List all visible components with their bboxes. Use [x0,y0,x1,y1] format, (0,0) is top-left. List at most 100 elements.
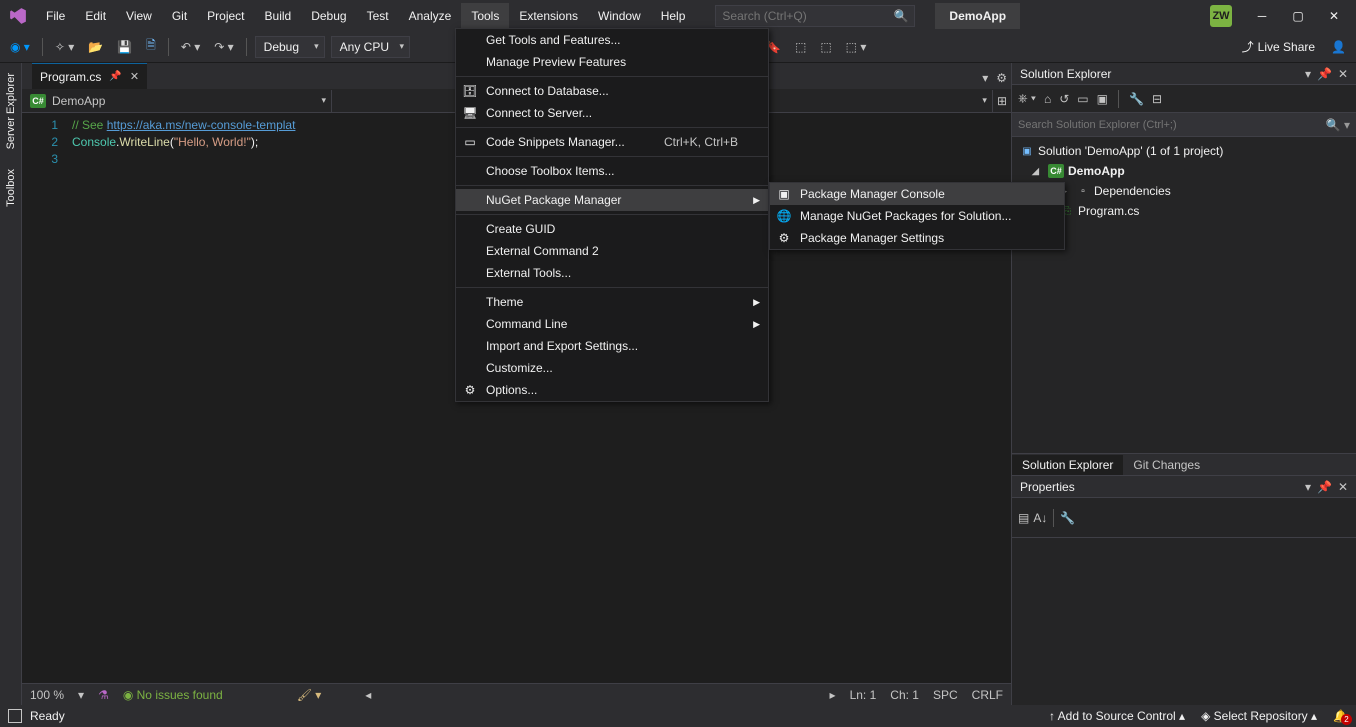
select-repository[interactable]: ◈ Select Repository ▴ [1201,709,1317,723]
add-source-control[interactable]: ↑ Add to Source Control ▴ [1049,709,1185,723]
menu-debug[interactable]: Debug [301,3,356,29]
panel-pin-icon[interactable]: 📌 [1317,480,1332,494]
se-sync-icon[interactable]: ↺ [1059,92,1069,106]
menu-item-import-and-export-settings-[interactable]: Import and Export Settings... [456,335,768,357]
menu-item-command-line[interactable]: Command Line▶ [456,313,768,335]
menu-item-nuget-package-manager[interactable]: NuGet Package Manager▶ [456,189,768,211]
se-more-icon[interactable]: ⊟ [1152,92,1162,106]
menu-item-external-command-[interactable]: External Command 2 [456,240,768,262]
close-tab-icon[interactable]: ✕ [130,70,139,83]
search-box[interactable]: 🔍 [715,5,915,27]
tab-dropdown-icon[interactable]: ▾ [978,67,992,89]
menu-item-connect-to-server-[interactable]: 🖥Connect to Server... [456,102,768,124]
menu-item-label: Connect to Database... [486,84,609,98]
open-button[interactable]: 📂 [84,36,107,58]
bookmark4-icon[interactable]: ⬚ ▾ [842,36,871,58]
tab-label: Program.cs [40,70,101,84]
menu-test[interactable]: Test [357,3,399,29]
menubar: File Edit View Git Project Build Debug T… [0,0,1356,31]
close-button[interactable]: ✕ [1316,2,1352,30]
props-wrench-icon[interactable]: 🔧 [1060,511,1075,525]
notifications-icon[interactable]: 🔔 [1333,709,1348,723]
tab-settings-icon[interactable]: ⚙ [992,67,1011,89]
expand-icon[interactable]: ◢ [1032,166,1044,177]
pin-icon[interactable]: 📌 [109,71,121,82]
maximize-button[interactable]: ▢ [1280,2,1316,30]
menu-item-connect-to-database-[interactable]: 🗄Connect to Database... [456,80,768,102]
undo-button[interactable]: ↶ ▾ [177,36,204,58]
alpha-sort-icon[interactable]: A↓ [1033,511,1047,525]
menu-item-external-tools-[interactable]: External Tools... [456,262,768,284]
bookmark2-icon[interactable]: ⬚ [791,36,810,58]
status-box-icon[interactable] [8,709,22,723]
minimize-button[interactable]: ─ [1244,2,1280,30]
issues-status[interactable]: ◉ No issues found [123,688,223,702]
submenu-item-package-manager-console[interactable]: ▣Package Manager Console [770,183,1064,205]
menu-git[interactable]: Git [162,3,197,29]
zoom-dropdown-icon[interactable]: ▾ [78,688,84,702]
new-item-button[interactable]: ✧ ▾ [51,36,78,58]
se-home2-icon[interactable]: ⌂ [1044,92,1051,106]
panel-close-icon[interactable]: ✕ [1338,480,1348,494]
nav-back-button[interactable]: ◉ ▾ [6,36,34,58]
redo-button[interactable]: ↷ ▾ [210,36,237,58]
tab-toolbox[interactable]: Toolbox [3,159,19,217]
solution-search-input[interactable] [1018,119,1326,131]
tree-solution-root[interactable]: ▣ Solution 'DemoApp' (1 of 1 project) [1012,141,1356,161]
live-share-button[interactable]: ⤴ Live Share [1236,38,1321,55]
zoom-level[interactable]: 100 % [30,688,64,702]
scroll-right-icon[interactable]: ▸ [830,688,836,702]
menu-help[interactable]: Help [651,3,696,29]
se-showall-icon[interactable]: ▣ [1097,92,1108,106]
se-collapse-icon[interactable]: ▭ [1077,92,1088,106]
menu-tools[interactable]: Tools [461,3,509,29]
menu-item-theme[interactable]: Theme▶ [456,291,768,313]
menu-extensions[interactable]: Extensions [509,3,588,29]
indent-mode[interactable]: SPC [933,688,958,702]
panel-dropdown-icon[interactable]: ▾ [1305,67,1311,81]
menu-item-options-[interactable]: ⚙Options... [456,379,768,401]
brush-icon[interactable]: 🖌 ▾ [297,688,322,702]
user-avatar[interactable]: ZW [1210,5,1232,27]
config-combo[interactable]: Debug [255,36,325,58]
tab-server-explorer[interactable]: Server Explorer [3,63,19,159]
se-wrench-icon[interactable]: 🔧 [1129,92,1144,106]
search-input[interactable] [722,9,893,23]
menu-window[interactable]: Window [588,3,651,29]
scroll-left-icon[interactable]: ◂ [365,688,371,702]
panel-close-icon[interactable]: ✕ [1338,67,1348,81]
eol-mode[interactable]: CRLF [972,688,1003,702]
tab-git-changes[interactable]: Git Changes [1123,455,1210,475]
code-content[interactable]: // See https://aka.ms/new-console-templa… [72,113,295,683]
save-all-button[interactable]: 🗎 [142,36,160,58]
panel-pin-icon[interactable]: 📌 [1317,67,1332,81]
se-home-icon[interactable]: ⎈ ▾ [1018,91,1036,106]
menu-view[interactable]: View [116,3,162,29]
menu-file[interactable]: File [36,3,75,29]
menu-analyze[interactable]: Analyze [399,3,462,29]
solution-search[interactable]: 🔍 ▾ [1012,113,1356,137]
menu-item-get-tools-and-features-[interactable]: Get Tools and Features... [456,29,768,51]
menu-edit[interactable]: Edit [75,3,116,29]
split-icon[interactable]: ⊞ [993,90,1011,112]
bookmark3-icon[interactable]: ⬚ [816,36,835,58]
menu-project[interactable]: Project [197,3,254,29]
categorize-icon[interactable]: ▤ [1018,511,1029,525]
menu-build[interactable]: Build [255,3,302,29]
submenu-item-package-manager-settings[interactable]: ⚙Package Manager Settings [770,227,1064,249]
menu-item-choose-toolbox-items-[interactable]: Choose Toolbox Items... [456,160,768,182]
panel-dropdown-icon[interactable]: ▾ [1305,480,1311,494]
save-button[interactable]: 💾 [113,36,136,58]
menu-item-create-guid[interactable]: Create GUID [456,218,768,240]
tab-solution-explorer[interactable]: Solution Explorer [1012,455,1123,475]
tab-program-cs[interactable]: Program.cs 📌 ✕ [32,63,147,89]
submenu-item-manage-nuget-packages-for-solution-[interactable]: 🌐Manage NuGet Packages for Solution... [770,205,1064,227]
nav-scope-combo[interactable]: C# DemoApp [22,90,332,112]
menu-item-code-snippets-manager-[interactable]: ▭Code Snippets Manager...Ctrl+K, Ctrl+B [456,131,768,153]
platform-combo[interactable]: Any CPU [331,36,410,58]
menu-item-manage-preview-features[interactable]: Manage Preview Features [456,51,768,73]
menu-item-customize-[interactable]: Customize... [456,357,768,379]
tree-project[interactable]: ◢ C# DemoApp [1012,161,1356,181]
feedback-icon[interactable]: 👤 [1327,36,1350,58]
solution-icon: ▣ [1020,144,1034,158]
